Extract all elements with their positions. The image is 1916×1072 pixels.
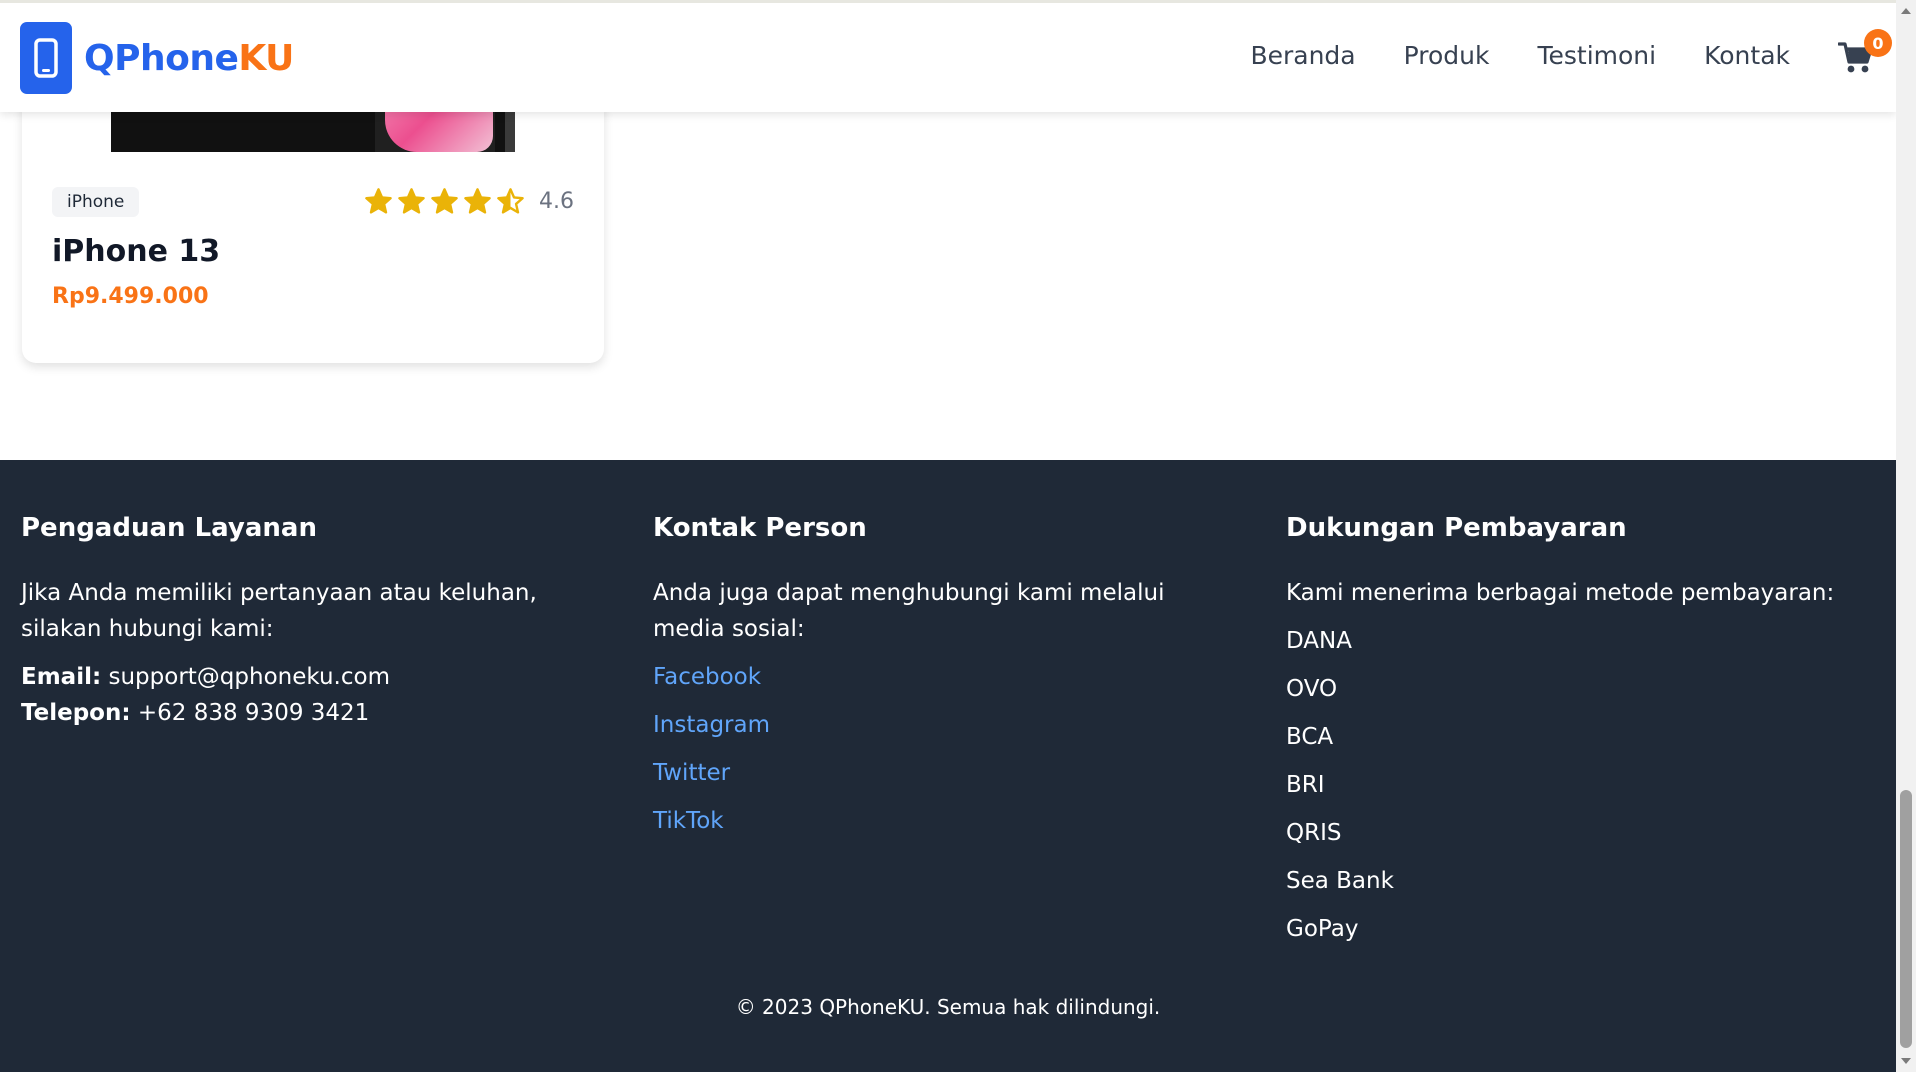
copyright-text: © 2023 QPhoneKU. Semua hak dilindungi.: [735, 995, 1161, 1019]
nav-link-produk[interactable]: Produk: [1404, 41, 1490, 70]
payment-method: BRI: [1286, 772, 1325, 798]
footer-col-pembayaran: Dukungan Pembayaran Kami menerima berbag…: [1286, 513, 1886, 947]
scrollbar-thumb[interactable]: [1900, 790, 1912, 1048]
footer-description: Jika Anda memiliki pertanyaan atau keluh…: [21, 580, 537, 642]
email-value: support@qphoneku.com: [108, 664, 390, 690]
payment-method: OVO: [1286, 676, 1338, 702]
phone-icon: [20, 22, 72, 94]
rating-stars: [360, 187, 525, 216]
brand-logo[interactable]: QPhoneKU: [20, 22, 294, 94]
page: QPhoneKU Beranda Produk Testimoni Kontak…: [0, 0, 1896, 1072]
vertical-scrollbar[interactable]: [1896, 0, 1916, 1072]
payment-method: QRIS: [1286, 820, 1342, 846]
rating: 4.6: [360, 187, 574, 216]
site-footer: Pengaduan Layanan Jika Anda memiliki per…: [0, 460, 1896, 1072]
footer-heading: Dukungan Pembayaran: [1286, 513, 1627, 543]
footer-heading: Pengaduan Layanan: [21, 513, 317, 543]
cart-count-badge: 0: [1864, 29, 1892, 57]
instagram-link[interactable]: Instagram: [653, 707, 1253, 743]
footer-description: Kami menerima berbagai metode pembayaran…: [1286, 580, 1835, 606]
tiktok-link[interactable]: TikTok: [653, 803, 1253, 839]
star-half-icon: [497, 188, 524, 214]
main-nav: Beranda Produk Testimoni Kontak: [1202, 41, 1790, 70]
email-line: Email: support@qphoneku.com: [21, 659, 621, 695]
nav-link-beranda[interactable]: Beranda: [1250, 41, 1355, 70]
footer-description: Anda juga dapat menghubungi kami melalui…: [653, 580, 1165, 642]
star-full-icon: [431, 188, 458, 214]
facebook-link[interactable]: Facebook: [653, 659, 1253, 695]
phone-value: +62 838 9309 3421: [137, 700, 370, 726]
footer-heading: Kontak Person: [653, 513, 867, 543]
cart-button[interactable]: 0: [1837, 29, 1892, 81]
product-name[interactable]: iPhone 13: [52, 234, 220, 269]
brand-name-part1: QPhone: [84, 37, 239, 79]
phone-label: Telepon:: [21, 700, 131, 726]
payment-method: DANA: [1286, 628, 1352, 654]
nav-link-kontak[interactable]: Kontak: [1704, 41, 1790, 70]
star-full-icon: [365, 188, 392, 214]
star-full-icon: [398, 188, 425, 214]
twitter-link[interactable]: Twitter: [653, 755, 1253, 791]
footer-col-kontak: Kontak Person Anda juga dapat menghubung…: [653, 513, 1253, 839]
star-full-icon: [464, 188, 491, 214]
scroll-up-icon[interactable]: [1899, 4, 1913, 18]
product-price: Rp9.499.000: [52, 284, 209, 309]
brand-name: QPhoneKU: [84, 38, 294, 79]
rating-value: 4.6: [539, 189, 574, 214]
site-header: QPhoneKU Beranda Produk Testimoni Kontak…: [0, 0, 1896, 112]
payment-method: GoPay: [1286, 916, 1359, 942]
scroll-down-icon[interactable]: [1899, 1054, 1913, 1068]
nav-link-testimoni[interactable]: Testimoni: [1537, 41, 1656, 70]
category-badge: iPhone: [52, 187, 140, 217]
payment-method: Sea Bank: [1286, 868, 1394, 894]
payment-method: BCA: [1286, 724, 1334, 750]
footer-col-pengaduan: Pengaduan Layanan Jika Anda memiliki per…: [21, 513, 621, 731]
email-label: Email:: [21, 664, 102, 690]
brand-name-part2: KU: [238, 37, 294, 79]
phone-line: Telepon: +62 838 9309 3421: [21, 695, 621, 731]
